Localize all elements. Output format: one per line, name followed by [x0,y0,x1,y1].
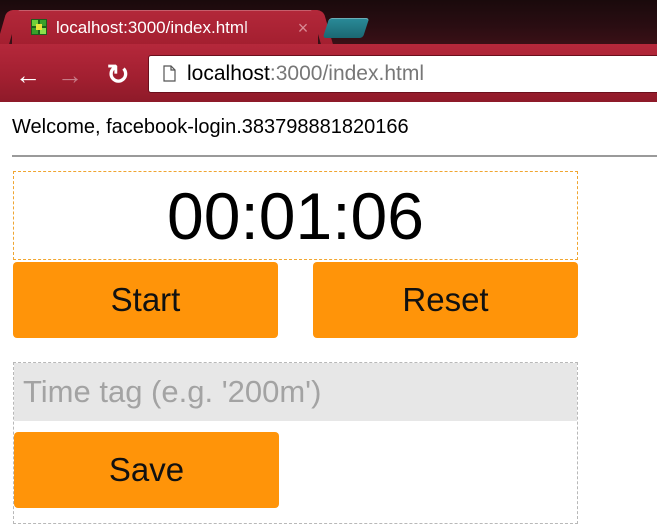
url-path: :3000/index.html [269,62,424,85]
divider [12,155,657,157]
start-button[interactable]: Start [13,262,278,338]
url-text: localhost:3000/index.html [187,60,424,88]
reload-icon[interactable]: ↻ [104,61,132,89]
address-bar[interactable]: localhost:3000/index.html [148,55,657,93]
back-arrow-icon[interactable]: ← [14,62,42,88]
tab-localhost[interactable]: localhost:3000/index.html × [12,10,318,44]
green-cube-icon [31,19,47,35]
timer-display: 00:01:06 [13,171,578,260]
timer-value: 00:01:06 [167,179,424,253]
welcome-text: Welcome, facebook-login.383798881820166 [12,116,409,138]
page-icon [163,65,176,82]
forward-arrow-icon[interactable]: → [56,62,84,88]
time-tag-input[interactable] [14,363,577,421]
close-icon[interactable]: × [293,18,313,38]
new-tab-button[interactable] [322,18,370,38]
save-button[interactable]: Save [14,432,279,508]
tab-strip: localhost:3000/index.html × [0,0,657,44]
tab-title: localhost:3000/index.html [56,18,248,37]
url-host: localhost [187,62,270,85]
reset-button[interactable]: Reset [313,262,578,338]
